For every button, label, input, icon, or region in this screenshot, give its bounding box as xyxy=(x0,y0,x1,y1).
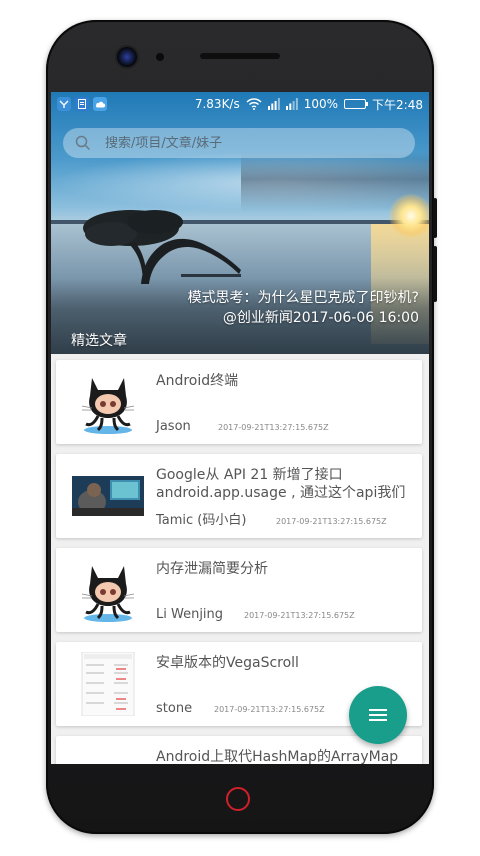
signal-icon-secondary xyxy=(285,98,298,110)
clock: 下午2:48 xyxy=(372,97,423,112)
notification-file-icon xyxy=(75,97,89,111)
article-author: Jason xyxy=(156,419,191,434)
article-time: 2017-09-21T13:27:15.675Z xyxy=(214,705,325,714)
search-bar[interactable] xyxy=(63,128,415,158)
search-icon xyxy=(75,135,91,151)
notification-app-icon xyxy=(57,97,71,111)
signal-icon xyxy=(267,98,280,110)
article-title: 安卓版本的VegaScroll xyxy=(156,655,299,671)
earpiece-speaker xyxy=(200,53,280,59)
battery-icon xyxy=(344,99,369,109)
list-item[interactable]: Android终端 Jason 2017-09-21T13:27:15.675Z xyxy=(56,360,422,444)
volume-button-lower xyxy=(433,246,437,302)
sun-graphic xyxy=(389,194,429,238)
banner-image[interactable]: 7.83K/s 100% 下午2:48 搜索/项目/文章/妹子 模式思考：为什么… xyxy=(51,92,429,354)
photo-thumbnail xyxy=(72,476,144,516)
screenshot-thumbnail xyxy=(81,652,135,716)
list-item[interactable]: Google从 API 21 新增了接口 android.app.usage ,… xyxy=(56,454,422,538)
status-bar: 7.83K/s 100% 下午2:48 xyxy=(51,92,429,116)
battery-percent: 100% xyxy=(303,97,339,111)
home-button[interactable] xyxy=(226,787,250,811)
wifi-icon xyxy=(246,98,262,110)
octocat-icon xyxy=(81,378,135,434)
search-input[interactable] xyxy=(105,135,375,151)
section-label: 精选文章 xyxy=(71,333,127,349)
network-speed: 7.83K/s xyxy=(194,97,240,111)
banner-caption[interactable]: 模式思考：为什么星巴克成了印钞机? @创业新闻2017-06-06 16:00 xyxy=(119,288,419,328)
app-screen: 7.83K/s 100% 下午2:48 搜索/项目/文章/妹子 模式思考：为什么… xyxy=(51,92,429,764)
article-title: 内存泄漏简要分析 xyxy=(156,561,268,577)
article-author: stone xyxy=(156,701,193,716)
article-title: Android上取代HashMap的ArrayMap xyxy=(156,749,399,764)
article-title: Android终端 xyxy=(156,373,239,389)
list-item[interactable]: 内存泄漏简要分析 Li Wenjing 2017-09-21T13:27:15.… xyxy=(56,548,422,632)
proximity-sensor xyxy=(156,53,164,61)
article-author: Li Wenjing xyxy=(156,607,224,622)
front-camera xyxy=(117,47,137,67)
menu-icon xyxy=(369,709,387,721)
article-title: Google从 API 21 新增了接口 android.app.usage ,… xyxy=(156,467,406,501)
article-author: Tamic (码小白) xyxy=(156,513,247,528)
octocat-icon xyxy=(81,566,135,622)
banner-headline: 模式思考：为什么星巴克成了印钞机? xyxy=(187,290,419,306)
tree-graphic xyxy=(83,210,241,284)
cloud-icon xyxy=(93,97,107,111)
article-time: 2017-09-21T13:27:15.675Z xyxy=(218,423,329,432)
article-time: 2017-09-21T13:27:15.675Z xyxy=(276,517,387,526)
volume-button xyxy=(433,198,437,238)
menu-fab-button[interactable] xyxy=(349,686,407,744)
banner-source-date: @创业新闻2017-06-06 16:00 xyxy=(222,310,419,326)
article-time: 2017-09-21T13:27:15.675Z xyxy=(244,611,355,620)
document-thumbnail xyxy=(72,746,144,764)
